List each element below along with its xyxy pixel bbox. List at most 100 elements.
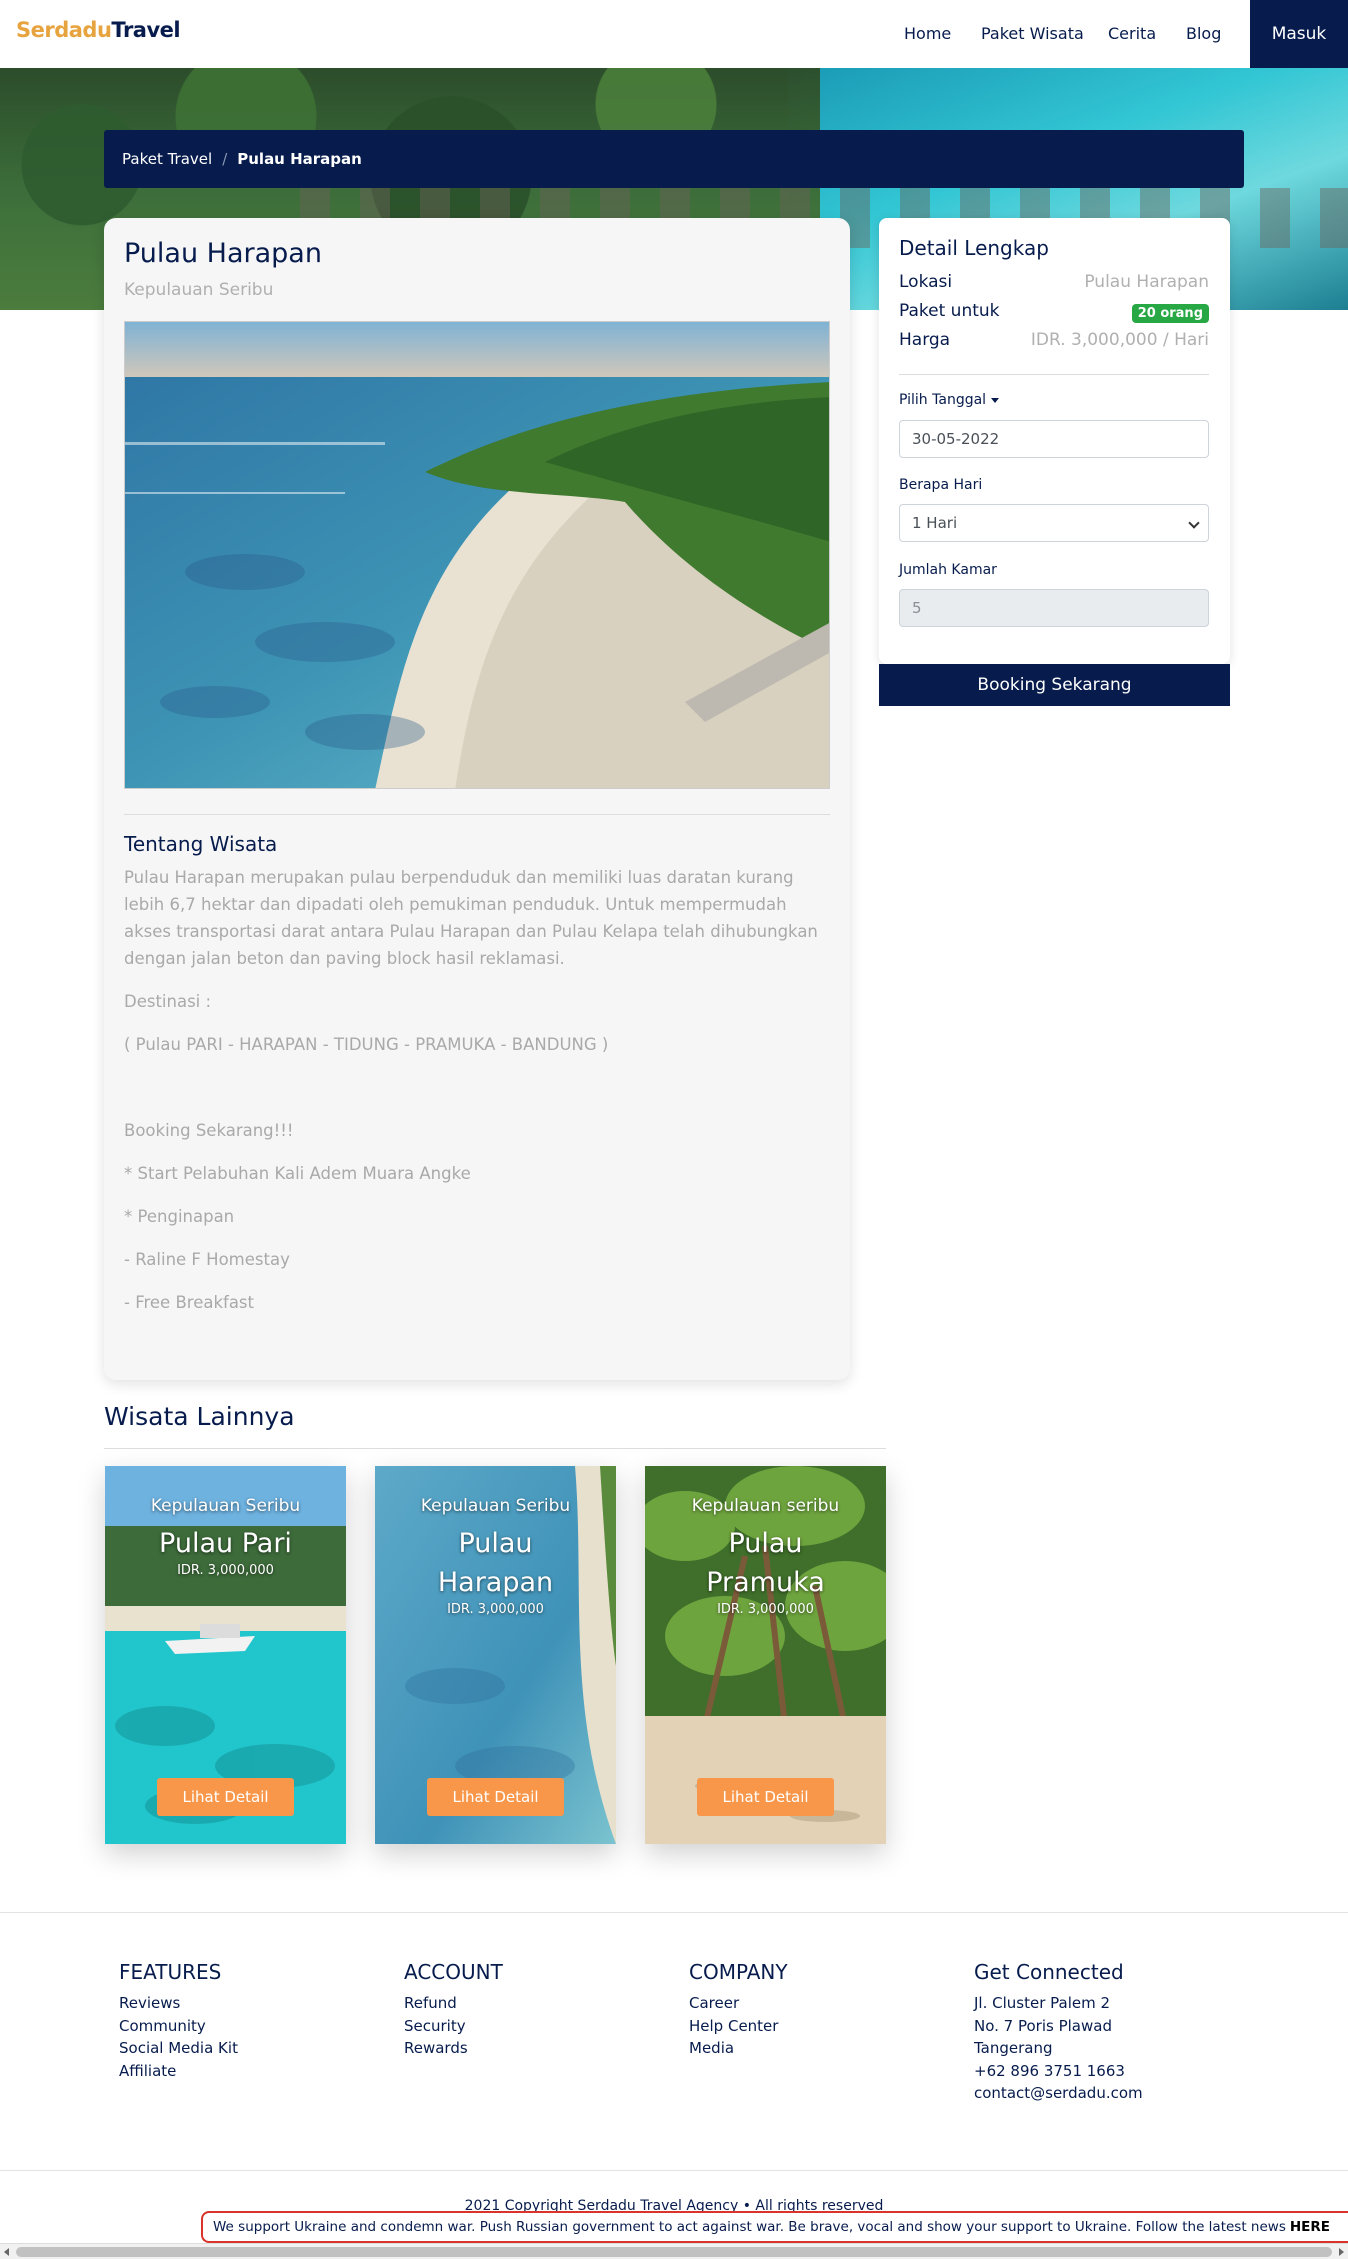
date-input[interactable]: 30-05-2022	[899, 420, 1209, 458]
scroll-right-arrow-icon[interactable]	[1339, 2248, 1344, 2256]
footer-link-career[interactable]: Career	[689, 1992, 788, 2015]
detail-sidebar: Detail Lengkap Lokasi Pulau Harapan Pake…	[879, 218, 1230, 664]
detail-row-price: Harga IDR. 3,000,000 / Hari	[899, 330, 1209, 356]
nav-paket-wisata[interactable]: Paket Wisata	[981, 24, 1084, 43]
about-text: Pulau Harapan merupakan pulau berpendudu…	[124, 864, 830, 1332]
ukraine-banner-link[interactable]: HERE	[1290, 2219, 1330, 2235]
price-label: Harga	[899, 330, 951, 350]
footer-heading: Get Connected	[974, 1960, 1124, 1984]
package-badge: 20 orang	[1131, 304, 1209, 323]
card-price: IDR. 3,000,000	[717, 1602, 814, 1617]
horizontal-scrollbar[interactable]	[0, 2243, 1348, 2259]
brand-logo[interactable]: SerdaduTravel	[16, 18, 181, 42]
booking-button[interactable]: Booking Sekarang	[879, 664, 1230, 706]
brand-part1: Serdadu	[16, 18, 112, 42]
card-name: Pulau Harapan	[437, 1528, 554, 1598]
trip-card-harapan[interactable]: Kepulauan Seribu Pulau Harapan IDR. 3,00…	[375, 1466, 616, 1844]
footer-column-connect: Get Connected Jl. Cluster Palem 2 No. 7 …	[974, 1960, 1143, 2105]
view-detail-button[interactable]: Lihat Detail	[427, 1778, 564, 1816]
footer-divider	[0, 1912, 1348, 1913]
chevron-down-icon	[1188, 517, 1200, 529]
footer-address-line1: Jl. Cluster Palem 2	[974, 1994, 1111, 2012]
view-detail-button[interactable]: Lihat Detail	[697, 1778, 834, 1816]
trip-detail-card: Pulau Harapan Kepulauan Seribu Tentang W…	[104, 218, 850, 1380]
footer-heading: COMPANY	[689, 1960, 788, 1984]
rooms-label: Jumlah Kamar	[899, 562, 997, 578]
footer-phone[interactable]: +62 896 3751 1663	[974, 2060, 1143, 2083]
about-title: Tentang Wisata	[124, 832, 278, 856]
footer-link-media[interactable]: Media	[689, 2037, 788, 2060]
breadcrumb-separator: /	[222, 150, 228, 168]
scroll-left-arrow-icon[interactable]	[4, 2248, 9, 2256]
ukraine-banner-text: We support Ukraine and condemn war. Push…	[213, 2219, 1286, 2235]
footer-heading: ACCOUNT	[404, 1960, 503, 1984]
others-divider	[104, 1448, 886, 1449]
footer-address-city: Tangerang	[974, 2039, 1053, 2057]
trip-photo	[124, 321, 830, 789]
date-label[interactable]: Pilih Tanggal	[899, 392, 1000, 408]
footer-link-affiliate[interactable]: Affiliate	[119, 2060, 238, 2083]
footer-link-help-center[interactable]: Help Center	[689, 2015, 788, 2038]
card-location: Kepulauan seribu	[691, 1496, 840, 1516]
card-price: IDR. 3,000,000	[447, 1602, 544, 1617]
login-button[interactable]: Masuk	[1250, 0, 1348, 68]
card-price: IDR. 3,000,000	[177, 1563, 274, 1578]
footer-link-refund[interactable]: Refund	[404, 1992, 503, 2015]
footer-address-line2: No. 7 Poris Plawad	[974, 2016, 1112, 2035]
footer-column-features: FEATURES Reviews Community Social Media …	[119, 1960, 238, 2082]
footer-heading: FEATURES	[119, 1960, 222, 1984]
nav-cerita[interactable]: Cerita	[1108, 24, 1156, 43]
package-label: Paket untuk	[899, 301, 1000, 321]
scrollbar-thumb[interactable]	[16, 2247, 1332, 2257]
location-value: Pulau Harapan	[1084, 272, 1209, 292]
footer-divider-bottom	[0, 2170, 1348, 2171]
trip-card-pari[interactable]: Kepulauan Seribu Pulau Pari IDR. 3,000,0…	[105, 1466, 346, 1844]
date-label-text: Pilih Tanggal	[899, 392, 987, 408]
about-paragraph-homestay: - Raline F Homestay	[124, 1250, 290, 1269]
footer-link-community[interactable]: Community	[119, 2015, 238, 2038]
footer-email[interactable]: contact@serdadu.com	[974, 2082, 1143, 2105]
card-name: Pulau Pari	[159, 1528, 292, 1559]
trip-divider	[124, 814, 830, 815]
about-paragraph-penginapan: * Penginapan	[124, 1207, 235, 1226]
card-name: Pulau Pramuka	[706, 1528, 825, 1598]
footer-column-company: COMPANY Career Help Center Media	[689, 1960, 788, 2060]
price-value: IDR. 3,000,000 / Hari	[1030, 330, 1209, 350]
nav-home[interactable]: Home	[904, 24, 951, 43]
card-location: Kepulauan Seribu	[420, 1496, 571, 1516]
about-paragraph-description: Pulau Harapan merupakan pulau berpendudu…	[124, 868, 818, 968]
breadcrumb-current: Pulau Harapan	[237, 150, 362, 168]
days-select-value: 1 Hari	[912, 514, 958, 532]
others-title: Wisata Lainnya	[104, 1402, 295, 1431]
footer-link-reviews[interactable]: Reviews	[119, 1992, 238, 2015]
days-select[interactable]: 1 Hari	[899, 504, 1209, 542]
brand-part2: Travel	[111, 18, 181, 42]
trip-location: Kepulauan Seribu	[124, 280, 274, 300]
detail-row-location: Lokasi Pulau Harapan	[899, 272, 1209, 298]
detail-divider	[899, 374, 1209, 375]
footer-link-security[interactable]: Security	[404, 2015, 503, 2038]
about-paragraph-destinasi-label: Destinasi :	[124, 992, 212, 1011]
breadcrumb: Paket Travel / Pulau Harapan	[104, 130, 1244, 188]
footer-column-account: ACCOUNT Refund Security Rewards	[404, 1960, 503, 2060]
about-paragraph-breakfast: - Free Breakfast	[124, 1293, 255, 1312]
detail-title: Detail Lengkap	[899, 236, 1049, 260]
about-paragraph-blank	[124, 1074, 830, 1101]
ukraine-support-banner: We support Ukraine and condemn war. Push…	[201, 2211, 1348, 2243]
footer-link-social-media-kit[interactable]: Social Media Kit	[119, 2037, 238, 2060]
breadcrumb-parent[interactable]: Paket Travel	[122, 150, 212, 168]
navbar: SerdaduTravel Home Paket Wisata Cerita B…	[0, 0, 1348, 68]
about-paragraph-start: * Start Pelabuhan Kali Adem Muara Angke	[124, 1164, 471, 1183]
detail-row-package: Paket untuk 20 orang	[899, 301, 1209, 327]
days-label: Berapa Hari	[899, 477, 983, 493]
view-detail-button[interactable]: Lihat Detail	[157, 1778, 294, 1816]
trip-title: Pulau Harapan	[124, 238, 322, 269]
about-paragraph-booking: Booking Sekarang!!!	[124, 1121, 294, 1140]
about-paragraph-destinasi-list: ( Pulau PARI - HARAPAN - TIDUNG - PRAMUK…	[124, 1035, 609, 1054]
card-location: Kepulauan Seribu	[150, 1496, 301, 1516]
nav-blog[interactable]: Blog	[1186, 24, 1221, 43]
trip-card-pramuka[interactable]: Kepulauan seribu Pulau Pramuka IDR. 3,00…	[645, 1466, 886, 1844]
beach-aerial-image	[125, 322, 829, 788]
rooms-input: 5	[899, 589, 1209, 627]
footer-link-rewards[interactable]: Rewards	[404, 2037, 503, 2060]
